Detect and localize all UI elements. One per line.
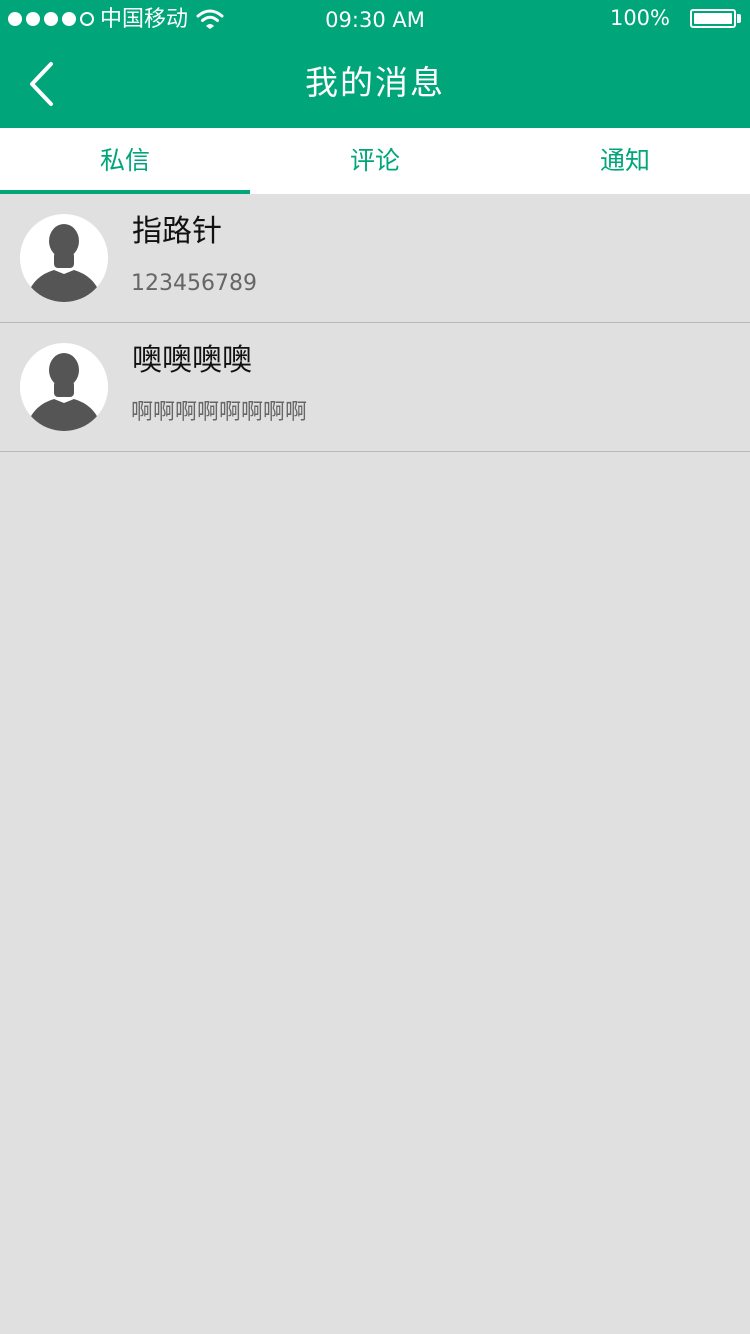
status-bar: 中国移动 09:30 AM 100% [0,0,750,40]
tab-comments[interactable]: 评论 [250,128,500,194]
message-preview: 啊啊啊啊啊啊啊啊 [131,400,308,425]
default-avatar-icon [28,224,100,302]
message-list: 指路针 123456789 噢噢噢噢 啊啊啊啊啊啊啊啊 [0,194,750,452]
battery-icon [690,9,736,28]
page-title: 我的消息 [305,63,445,102]
tab-private-messages[interactable]: 私信 [0,128,250,194]
message-item[interactable]: 噢噢噢噢 啊啊啊啊啊啊啊啊 [0,323,750,452]
app-header: 中国移动 09:30 AM 100% 我的消息 [0,0,750,128]
battery-percentage: 100% [609,6,670,30]
sender-name: 噢噢噢噢 [132,343,252,378]
sender-name: 指路针 [132,214,222,249]
battery-tip [737,14,741,23]
message-preview: 123456789 [131,271,257,296]
avatar [20,343,108,431]
default-avatar-icon [28,353,100,431]
tab-bar: 私信 评论 通知 [0,128,750,194]
message-item[interactable]: 指路针 123456789 [0,194,750,323]
avatar [20,214,108,302]
tab-notifications[interactable]: 通知 [500,128,750,194]
